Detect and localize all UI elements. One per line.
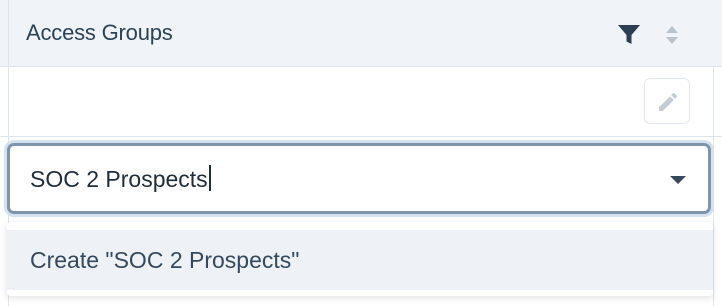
filter-icon[interactable]	[617, 24, 641, 46]
column-divider	[8, 67, 9, 136]
table-row	[0, 67, 722, 137]
column-divider	[713, 137, 714, 306]
access-group-select[interactable]: SOC 2 Prospects	[7, 143, 711, 214]
column-header: Access Groups	[0, 0, 722, 67]
pencil-icon	[659, 92, 678, 111]
column-divider	[713, 67, 714, 136]
create-option[interactable]: Create "SOC 2 Prospects"	[7, 230, 713, 290]
select-search-input[interactable]: SOC 2 Prospects	[30, 165, 211, 193]
chevron-down-icon[interactable]	[670, 176, 686, 184]
text-caret	[208, 165, 211, 191]
sort-icon[interactable]	[664, 23, 680, 47]
create-option-label: Create "SOC 2 Prospects"	[30, 247, 300, 273]
select-input-value: SOC 2 Prospects	[30, 166, 208, 192]
column-title: Access Groups	[26, 20, 173, 45]
edit-button[interactable]	[644, 78, 690, 124]
column-divider	[8, 0, 9, 67]
dropdown-menu: Create "SOC 2 Prospects"	[7, 222, 713, 296]
